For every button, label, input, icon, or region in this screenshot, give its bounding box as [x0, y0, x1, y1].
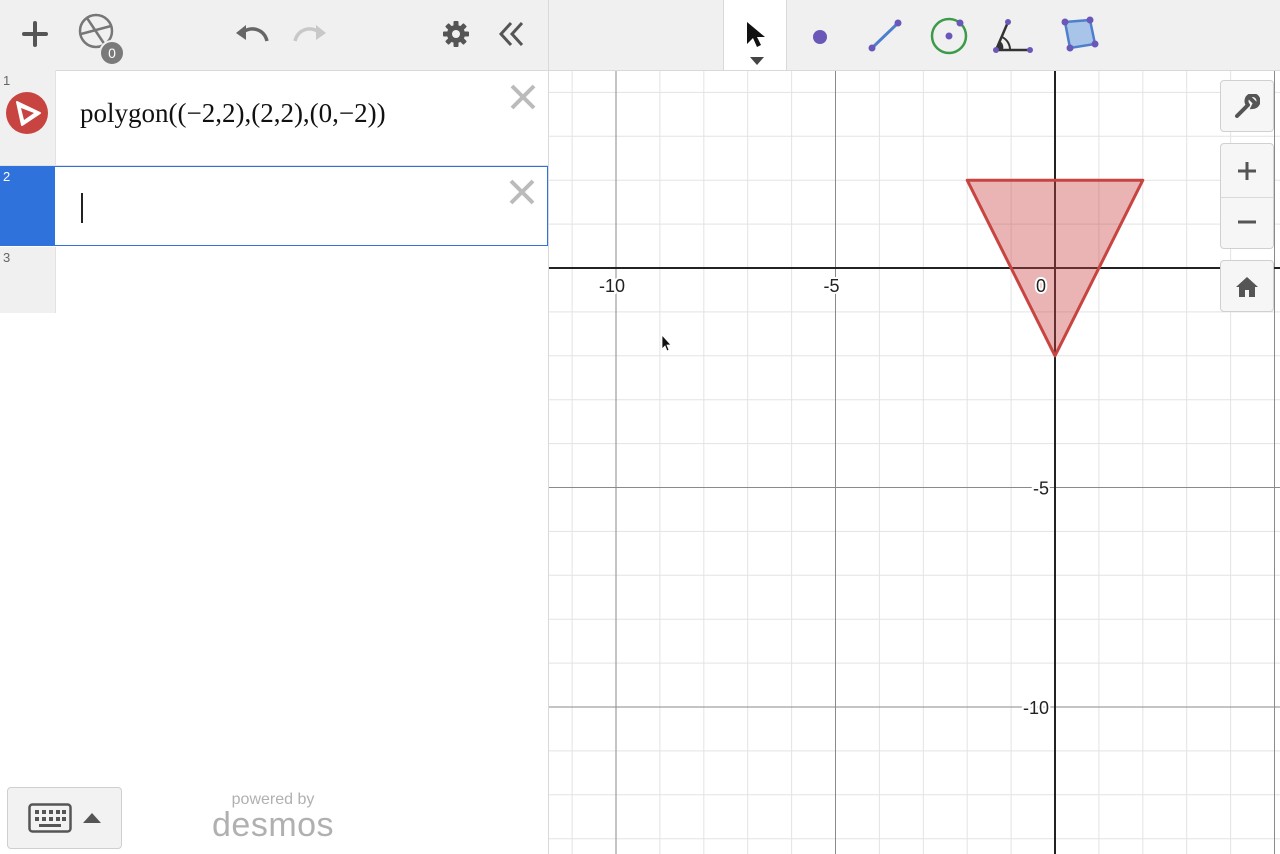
zoom-in-icon: [1238, 162, 1256, 180]
row-gutter: 2: [0, 166, 55, 246]
zoom-out-icon: [1238, 220, 1256, 224]
mouse-cursor-icon: [661, 333, 672, 352]
row-gutter: 1: [0, 70, 56, 165]
geometry-objects-button[interactable]: 0: [77, 12, 125, 66]
pointer-icon: [747, 22, 765, 47]
graph-paper[interactable]: -10 -5 0 -5 -10: [549, 71, 1280, 854]
keyboard-icon: [28, 803, 72, 833]
home-view-button[interactable]: [1220, 260, 1274, 312]
graph-canvas[interactable]: -10 -5 0 -5 -10: [549, 71, 1280, 854]
expression-input[interactable]: polygon((−2,2),(2,2),(0,−2)): [80, 98, 386, 129]
angle-tool-icon[interactable]: [988, 10, 1038, 60]
polygon-tool-icon[interactable]: [1053, 10, 1103, 60]
double-chevron-left-icon: [498, 21, 524, 47]
wrench-icon: [1235, 94, 1260, 118]
point-tool-icon[interactable]: [795, 10, 845, 60]
zoom-out-button[interactable]: [1221, 198, 1273, 250]
axis-tick-label: 0: [1036, 276, 1046, 296]
close-icon[interactable]: [507, 177, 537, 207]
row-number: 2: [3, 169, 11, 184]
expression-toolbar: 0: [0, 0, 548, 71]
select-tool-button[interactable]: [723, 0, 787, 70]
desmos-branding: powered by desmos: [212, 792, 335, 844]
axis-tick-label: -5: [1033, 479, 1049, 499]
close-icon[interactable]: [508, 82, 538, 112]
row-gutter: 3: [0, 247, 56, 313]
settings-button[interactable]: [436, 12, 476, 56]
text-cursor: [81, 193, 83, 223]
zoom-controls: [1220, 143, 1274, 249]
keyboard-toggle-button[interactable]: [7, 787, 122, 849]
chevron-up-icon: [83, 813, 101, 823]
redo-icon: [293, 25, 326, 42]
expression-row[interactable]: 3: [0, 247, 548, 313]
desmos-logo-text: desmos: [212, 806, 335, 844]
row-number: 1: [3, 73, 11, 88]
expression-row[interactable]: 1 polygon((−2,2),(2,2),(0,−2)): [0, 70, 548, 166]
zoom-in-button[interactable]: [1221, 144, 1273, 198]
chevron-down-icon: [750, 57, 764, 65]
axis-tick-label: -10: [1023, 698, 1049, 718]
circle-tool-icon[interactable]: [924, 10, 974, 60]
undo-icon: [236, 25, 269, 42]
geometry-count-badge: 0: [99, 40, 125, 66]
collapse-panel-button[interactable]: [492, 12, 532, 56]
segment-tool-icon[interactable]: [860, 10, 910, 60]
redo-button[interactable]: [290, 12, 330, 56]
row-number: 3: [3, 250, 11, 265]
geometry-toolbar: [549, 0, 1280, 71]
graph-settings-button[interactable]: [1220, 80, 1274, 132]
gear-icon: [443, 21, 469, 47]
expression-row-active[interactable]: 2: [0, 166, 548, 246]
undo-button[interactable]: [232, 12, 272, 56]
plus-icon: [22, 21, 48, 47]
axis-tick-label: -10: [599, 276, 625, 296]
add-item-button[interactable]: [15, 12, 55, 56]
polygon-icon[interactable]: [5, 91, 49, 135]
axis-tick-label: -5: [823, 276, 839, 296]
home-icon: [1236, 277, 1258, 297]
expression-panel: 0 1 polygon((−2,2),(2,2),(0,−2)) 2 3 pow…: [0, 0, 549, 854]
